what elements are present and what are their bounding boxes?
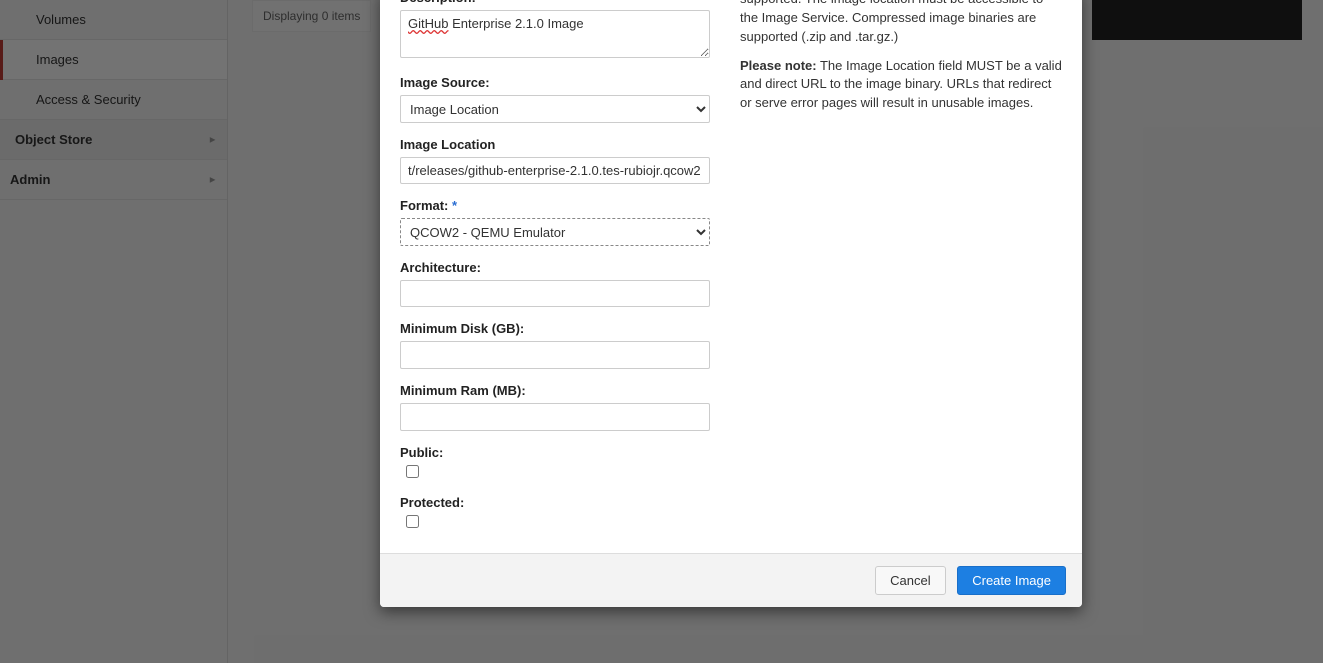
architecture-input[interactable] xyxy=(400,280,710,307)
min-ram-input[interactable] xyxy=(400,403,710,431)
image-location-input[interactable] xyxy=(400,157,710,184)
protected-checkbox[interactable] xyxy=(406,515,419,528)
create-image-modal: Description: GitHub Enterprise 2.1.0 Ima… xyxy=(380,0,1082,607)
description-label: Description: xyxy=(400,0,710,5)
modal-footer: Cancel Create Image xyxy=(380,553,1082,607)
format-label: Format: * xyxy=(400,198,710,213)
image-location-label: Image Location xyxy=(400,137,710,152)
public-label: Public: xyxy=(400,445,710,460)
architecture-label: Architecture: xyxy=(400,260,710,275)
create-image-button[interactable]: Create Image xyxy=(957,566,1066,595)
min-ram-label: Minimum Ram (MB): xyxy=(400,383,710,398)
description-textarea[interactable] xyxy=(400,10,710,58)
min-disk-label: Minimum Disk (GB): xyxy=(400,321,710,336)
help-text-1: supported. The image location must be ac… xyxy=(740,0,1062,47)
min-disk-input[interactable] xyxy=(400,341,710,369)
protected-label: Protected: xyxy=(400,495,710,510)
help-panel: supported. The image location must be ac… xyxy=(740,0,1062,535)
image-source-label: Image Source: xyxy=(400,75,710,90)
image-source-select[interactable]: Image Location xyxy=(400,95,710,123)
help-text-2: Please note: The Image Location field MU… xyxy=(740,57,1062,114)
format-select[interactable]: QCOW2 - QEMU Emulator xyxy=(400,218,710,246)
cancel-button[interactable]: Cancel xyxy=(875,566,945,595)
public-checkbox[interactable] xyxy=(406,465,419,478)
